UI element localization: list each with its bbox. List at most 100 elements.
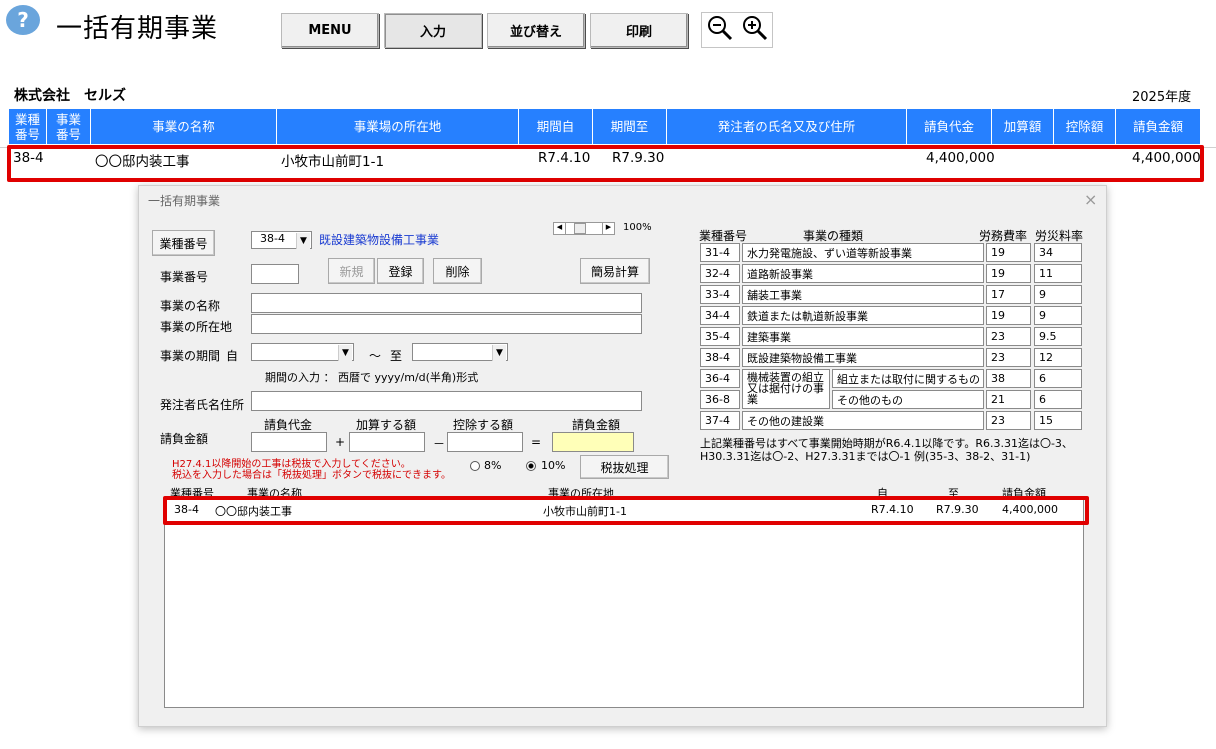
radio-10-percent[interactable]: [526, 461, 536, 471]
period-tilde: ～: [369, 349, 382, 363]
tax-note-2: 税込を入力した場合は「税抜処理」ボタンで税抜にできます。: [172, 470, 451, 481]
zoom-out-icon[interactable]: [706, 14, 734, 46]
code-no: 35-4: [700, 327, 740, 346]
period-to-label: 至: [390, 349, 403, 363]
header-contract-price: 請負代金: [907, 109, 992, 144]
delete-button[interactable]: 削除: [433, 258, 482, 284]
header-deduction: 控除額: [1054, 109, 1116, 144]
header-location: 事業場の所在地: [277, 109, 519, 144]
code-no: 37-4: [700, 411, 740, 430]
code-no: 31-4: [700, 243, 740, 262]
radio-8-percent[interactable]: [470, 461, 480, 471]
code-header-labor: 労務費率: [979, 229, 1028, 243]
location-input[interactable]: [251, 314, 642, 334]
code-type: その他の建設業: [742, 411, 984, 430]
header-industry-no: 業種 番号: [9, 109, 47, 144]
code-labor: 23: [986, 348, 1031, 367]
location-label: 事業の所在地: [160, 320, 233, 334]
add-amount-input[interactable]: [349, 432, 425, 452]
code-rate: 34: [1034, 243, 1082, 262]
code-header-no: 業種番号: [699, 229, 748, 243]
scroll-right-icon[interactable]: ▶: [602, 223, 614, 234]
dialog-title: 一括有期事業: [148, 194, 221, 208]
scroll-left-icon[interactable]: ◀: [554, 223, 566, 234]
code-labor: 38: [986, 369, 1031, 388]
radio-10-label: 10%: [541, 459, 566, 472]
zoom-controls: [701, 12, 773, 48]
code-type: 組立または取付に関するもの: [832, 369, 984, 388]
minus-sign: －: [433, 437, 446, 451]
code-rate: 12: [1034, 348, 1082, 367]
period-from-label: 自: [226, 349, 239, 363]
code-rate: 9: [1034, 285, 1082, 304]
code-note: 上記業種番号はすべて事業開始時期がR6.4.1以降です。R6.3.31迄は〇-3…: [700, 437, 1073, 463]
header-business-name: 事業の名称: [91, 109, 277, 144]
close-icon[interactable]: ×: [1084, 190, 1097, 209]
zoom-scrollbar[interactable]: ◀ ▶: [553, 222, 615, 235]
amount-label: 請負金額: [160, 432, 209, 446]
add-amount-label: 加算する額: [356, 418, 417, 432]
equals-sign: =: [531, 435, 542, 449]
register-button[interactable]: 登録: [377, 258, 424, 284]
industry-no-button[interactable]: 業種番号: [152, 230, 215, 256]
code-labor: 23: [986, 411, 1031, 430]
code-rate: 6: [1034, 369, 1082, 388]
list-highlight-frame: [163, 496, 1089, 525]
input-button[interactable]: 入力: [384, 13, 482, 48]
business-list[interactable]: [164, 498, 1084, 708]
chevron-down-icon[interactable]: ▼: [492, 345, 506, 361]
contract-price-input[interactable]: [251, 432, 327, 452]
sort-button[interactable]: 並び替え: [487, 13, 585, 48]
code-type: その他のもの: [832, 390, 984, 409]
code-no: 33-4: [700, 285, 740, 304]
chevron-down-icon[interactable]: ▼: [296, 233, 310, 249]
chevron-down-icon[interactable]: ▼: [338, 345, 352, 361]
code-no: 38-4: [700, 348, 740, 367]
print-button[interactable]: 印刷: [590, 13, 688, 48]
simple-calc-button[interactable]: 簡易計算: [580, 258, 650, 284]
tax-exclude-button[interactable]: 税抜処理: [580, 455, 669, 479]
code-labor: 19: [986, 243, 1031, 262]
contract-price-label: 請負代金: [264, 418, 313, 432]
code-labor: 21: [986, 390, 1031, 409]
scroll-thumb[interactable]: [574, 223, 586, 234]
header-from: 期間自: [519, 109, 593, 144]
highlight-frame: [7, 145, 1204, 182]
business-no-input[interactable]: [251, 264, 299, 284]
code-type: 舗装工事業: [742, 285, 984, 304]
machine-group-label: 機械装置の組立又は据付けの事業: [742, 369, 830, 409]
name-label: 事業の名称: [160, 299, 221, 313]
business-name-input[interactable]: [251, 293, 642, 313]
code-type: 鉄道または軌道新設事業: [742, 306, 984, 325]
zoom-in-icon[interactable]: [741, 14, 769, 46]
plus-sign: +: [335, 435, 346, 449]
code-labor: 19: [986, 264, 1031, 283]
code-type: 水力発電施設、ずい道等新設事業: [742, 243, 984, 262]
company-name: 株式会社 セルズ: [14, 88, 126, 104]
header-addition: 加算額: [992, 109, 1054, 144]
total-amount-output: [552, 432, 634, 452]
code-header-type: 事業の種類: [803, 229, 864, 243]
fiscal-year: 2025年度: [1132, 90, 1192, 105]
total-amount-label: 請負金額: [572, 418, 621, 432]
code-type: 道路新設事業: [742, 264, 984, 283]
period-to-select[interactable]: ▼: [412, 343, 508, 361]
deduct-amount-input[interactable]: [447, 432, 523, 452]
code-no: 32-4: [700, 264, 740, 283]
code-rate: 11: [1034, 264, 1082, 283]
code-rate: 15: [1034, 411, 1082, 430]
help-icon[interactable]: ?: [6, 5, 40, 35]
industry-no-select[interactable]: 38-4 ▼: [251, 231, 312, 249]
code-type: 建築事業: [742, 327, 984, 346]
new-button[interactable]: 新規: [328, 258, 375, 284]
code-header-rate: 労災料率: [1035, 229, 1084, 243]
period-from-select[interactable]: ▼: [251, 343, 354, 361]
code-labor: 19: [986, 306, 1031, 325]
menu-button[interactable]: MENU: [281, 13, 379, 48]
header-business-no: 事業 番号: [47, 109, 91, 144]
business-no-label: 事業番号: [160, 270, 209, 284]
code-rate: 9: [1034, 306, 1082, 325]
client-label: 発注者氏名住所: [160, 398, 245, 412]
client-input[interactable]: [251, 391, 642, 411]
code-no: 36-4: [700, 369, 740, 388]
